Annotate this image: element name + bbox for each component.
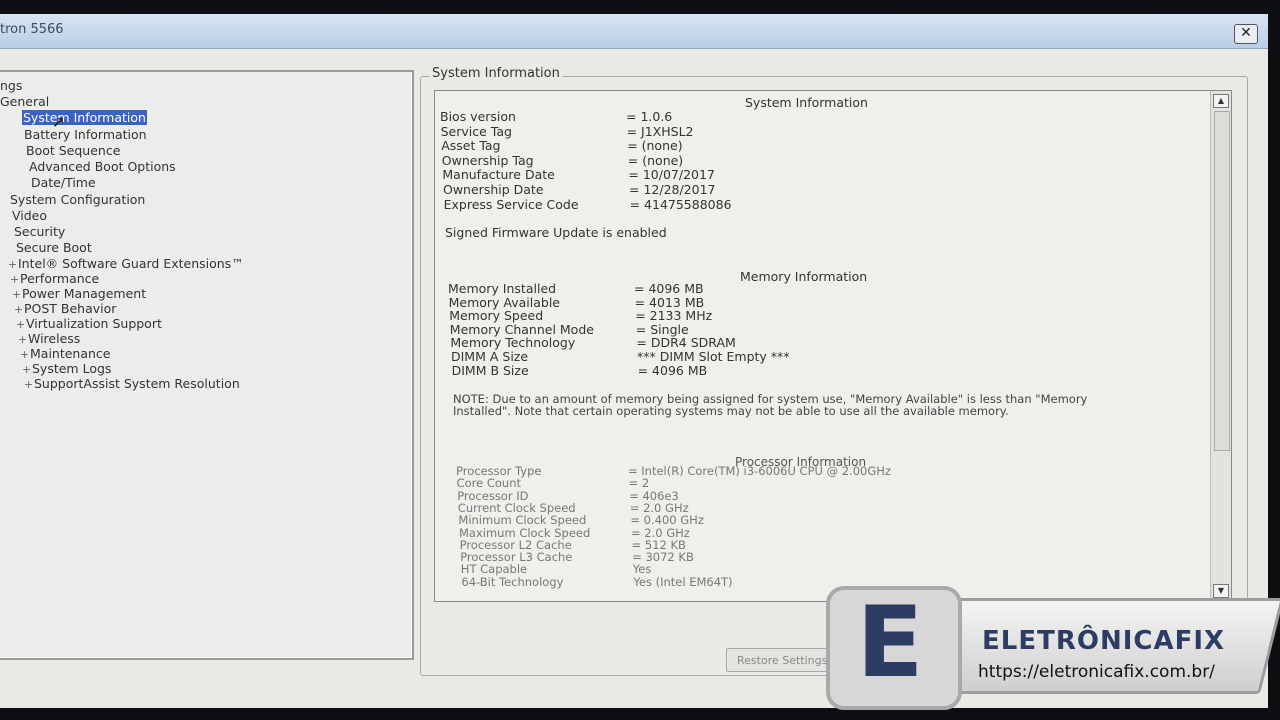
info-value: = 12/28/2017 — [629, 182, 716, 197]
tree-item-label: General — [0, 94, 50, 109]
tree-item[interactable]: System Information — [22, 110, 147, 125]
signed-firmware-text: Signed Firmware Update is enabled — [445, 225, 667, 240]
tree-item[interactable]: +POST Behavior — [14, 301, 116, 317]
section-title-memory: Memory Information — [740, 269, 868, 284]
expand-icon[interactable]: + — [10, 272, 20, 287]
tree-item[interactable]: +Intel® Software Guard Extensions™ — [8, 256, 244, 272]
tree-item[interactable]: +Maintenance — [20, 346, 111, 362]
tree-item[interactable]: System Configuration — [10, 192, 145, 207]
tree-item[interactable]: General — [0, 94, 49, 109]
expand-icon[interactable]: + — [12, 287, 22, 302]
info-row: Ownership Date = 12/28/2017 — [443, 182, 716, 197]
tree-item-label: Virtualization Support — [26, 316, 162, 331]
tree-item-label: ngs — [0, 78, 23, 93]
scroll-up-icon[interactable]: ▲ — [1213, 94, 1229, 108]
tree-item[interactable]: Advanced Boot Options — [29, 159, 176, 174]
tree-item-label: Battery Information — [24, 127, 147, 142]
tree-item-label: Date/Time — [31, 175, 96, 190]
expand-icon[interactable]: + — [8, 257, 18, 272]
info-row: Manufacture Date = 10/07/2017 — [442, 167, 715, 182]
settings-tree: ngs General System Information Battery Info… — [0, 70, 414, 660]
watermark-brand-name: ELETRÔNICAFIX — [982, 626, 1226, 656]
tree-item-label: POST Behavior — [24, 301, 117, 316]
tree-item[interactable]: Video — [12, 208, 47, 223]
info-value: Yes (Intel EM64T) — [633, 574, 733, 589]
tree-item[interactable]: Date/Time — [31, 175, 96, 190]
vertical-scrollbar[interactable]: ▲ ▼ — [1210, 91, 1231, 601]
tree-item-label: Power Management — [22, 286, 147, 301]
info-value: = 1.0.6 — [626, 109, 673, 124]
info-value: = (none) — [627, 138, 683, 154]
info-value: = Intel(R) Core(TM) i3-6006U CPU @ 2.00G… — [628, 464, 891, 478]
info-key: Ownership Date — [443, 182, 544, 197]
tree-item[interactable]: Security — [14, 224, 65, 239]
watermark-url: https://eletronicafix.com.br/ — [978, 662, 1215, 682]
info-key: Bios version — [440, 109, 516, 124]
info-key: Ownership Tag — [441, 152, 534, 168]
tree-item[interactable]: +SupportAssist System Resolution — [24, 376, 240, 392]
tree-item-label: Video — [12, 208, 48, 223]
expand-icon[interactable]: + — [24, 377, 34, 392]
memory-note: NOTE: Due to an amount of memory being a… — [453, 392, 1088, 418]
tree-item[interactable]: +Virtualization Support — [16, 316, 162, 332]
expand-icon[interactable]: + — [14, 302, 24, 317]
tree-item-label: System Configuration — [10, 192, 146, 207]
info-row: Asset Tag = (none) — [441, 138, 682, 153]
expand-icon[interactable]: + — [22, 362, 32, 377]
tree-item-label: Maintenance — [30, 346, 111, 361]
close-button[interactable]: ✕ — [1234, 24, 1258, 44]
group-legend: System Information — [430, 66, 562, 81]
expand-icon[interactable]: + — [18, 332, 28, 347]
window-title: tron 5566 — [0, 22, 64, 37]
info-value: = 4096 MB — [637, 362, 708, 378]
info-key: DIMM B Size — [451, 362, 529, 378]
tree-item[interactable]: Battery Information — [24, 127, 147, 142]
tree-item[interactable]: +Power Management — [12, 286, 146, 302]
info-scroll-box[interactable]: System Information Bios version = 1.0.6 Se… — [434, 90, 1232, 602]
scrollbar-thumb[interactable] — [1214, 111, 1230, 451]
info-key: Express Service Code — [443, 196, 579, 212]
tree-item-label: SupportAssist System Resolution — [34, 376, 240, 391]
section-title-system: System Information — [745, 95, 868, 110]
info-key: 64-Bit Technology — [461, 574, 564, 589]
info-key: Service Tag — [440, 123, 512, 139]
watermark-logo-letter: E — [856, 586, 924, 700]
info-value: = (none) — [627, 152, 684, 168]
info-key: Manufacture Date — [442, 167, 555, 183]
tree-item[interactable]: +Wireless — [18, 331, 80, 347]
scroll-down-icon[interactable]: ▼ — [1213, 584, 1229, 598]
info-row: DIMM B Size = 4096 MB — [452, 363, 708, 378]
tree-item-label: System Logs — [32, 361, 112, 376]
expand-icon[interactable]: + — [20, 347, 30, 362]
tree-item[interactable]: +System Logs — [22, 361, 111, 377]
tree-item[interactable]: Boot Sequence — [26, 143, 120, 158]
tree-item-label: Secure Boot — [16, 240, 92, 255]
info-row: Ownership Tag = (none) — [442, 153, 683, 168]
info-row: Express Service Code = 41475588086 — [444, 197, 732, 212]
tree-item-label: Boot Sequence — [26, 143, 121, 158]
tree-item-label: Advanced Boot Options — [29, 159, 176, 174]
info-value: = 41475588086 — [629, 196, 732, 212]
tree-item-label: Security — [14, 224, 66, 239]
tree-item-label: Performance — [20, 271, 100, 286]
tree-item[interactable]: +Performance — [10, 271, 99, 287]
title-bar: tron 5566 ✕ — [0, 14, 1268, 49]
info-row: 64-Bit Technology Yes (Intel EM64T) — [461, 575, 732, 589]
info-key: Asset Tag — [441, 138, 501, 154]
info-row: Service Tag = J1XHSL2 — [441, 124, 694, 139]
tree-item[interactable]: ngs — [0, 78, 22, 93]
expand-icon[interactable]: + — [16, 317, 26, 332]
tree-item-label: System Information — [22, 110, 147, 125]
mouse-pointer-icon: ➚ — [52, 112, 66, 131]
info-row: Bios version = 1.0.6 — [440, 109, 672, 124]
tree-item-label: Intel® Software Guard Extensions™ — [18, 256, 244, 271]
info-value: = J1XHSL2 — [626, 123, 694, 139]
tree-item-label: Wireless — [28, 331, 81, 346]
info-value: = 10/07/2017 — [628, 167, 715, 183]
tree-item[interactable]: Secure Boot — [16, 240, 92, 255]
